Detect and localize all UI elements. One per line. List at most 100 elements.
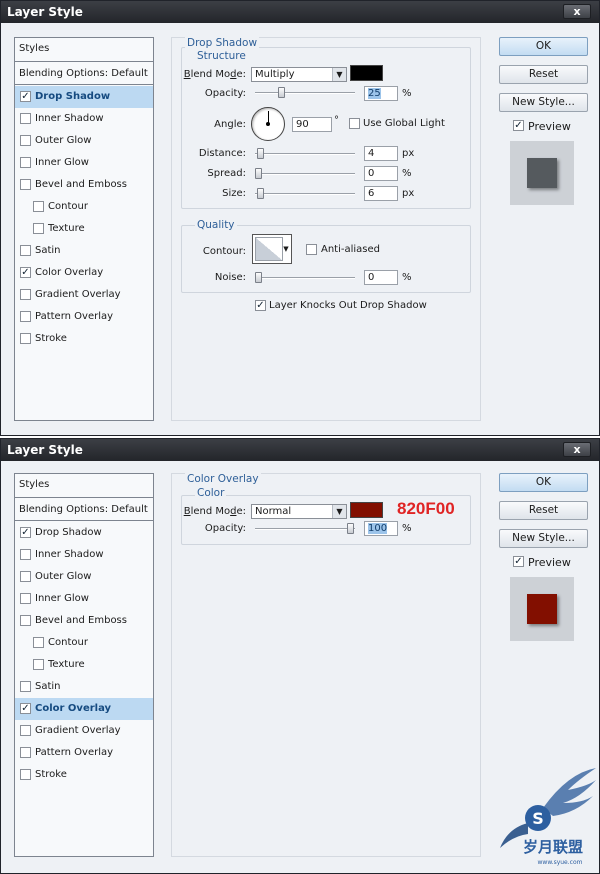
style-item-color-overlay[interactable]: ✓ Color Overlay <box>15 698 153 720</box>
use-global-light-checkbox[interactable] <box>349 118 360 129</box>
style-item-label: Stroke <box>35 769 67 780</box>
opacity-slider[interactable] <box>255 87 355 99</box>
style-item-inner-shadow[interactable]: Inner Shadow <box>15 108 153 130</box>
distance-slider[interactable] <box>255 148 355 160</box>
style-item-drop-shadow[interactable]: ✓ Drop Shadow <box>15 86 153 108</box>
contour-picker[interactable]: ▼ <box>252 234 292 264</box>
angle-input[interactable]: 90 <box>292 117 332 132</box>
style-item-texture[interactable]: Texture <box>15 218 153 240</box>
style-checkbox-texture[interactable] <box>33 223 44 234</box>
style-item-satin[interactable]: Satin <box>15 240 153 262</box>
spread-slider-thumb[interactable] <box>255 168 262 179</box>
anti-aliased-label: Anti-aliased <box>321 244 381 255</box>
preview-checkbox[interactable]: ✓ <box>513 120 524 131</box>
style-item-bevel-and-emboss[interactable]: Bevel and Emboss <box>15 610 153 632</box>
preview-checkbox[interactable]: ✓ <box>513 556 524 567</box>
opacity-unit: % <box>402 88 412 99</box>
style-checkbox-stroke[interactable] <box>20 333 31 344</box>
shadow-color-swatch[interactable] <box>350 65 383 81</box>
ok-button[interactable]: OK <box>499 473 588 492</box>
style-item-gradient-overlay[interactable]: Gradient Overlay <box>15 284 153 306</box>
style-item-inner-glow[interactable]: Inner Glow <box>15 152 153 174</box>
style-checkbox-texture[interactable] <box>33 659 44 670</box>
style-checkbox-pattern-overlay[interactable] <box>20 747 31 758</box>
close-button[interactable]: x <box>563 4 591 19</box>
style-checkbox-satin[interactable] <box>20 681 31 692</box>
opacity-slider-thumb[interactable] <box>347 523 354 534</box>
blend-mode-select[interactable]: Multiply ▼ <box>251 67 347 82</box>
style-checkbox-outer-glow[interactable] <box>20 571 31 582</box>
style-checkbox-gradient-overlay[interactable] <box>20 725 31 736</box>
style-checkbox-pattern-overlay[interactable] <box>20 311 31 322</box>
blend-mode-select[interactable]: Normal ▼ <box>251 504 347 519</box>
style-checkbox-color-overlay[interactable]: ✓ <box>20 703 31 714</box>
reset-button[interactable]: Reset <box>499 65 588 84</box>
style-item-label: Color Overlay <box>35 267 104 278</box>
opacity-unit: % <box>402 523 412 534</box>
ok-button[interactable]: OK <box>499 37 588 56</box>
style-checkbox-drop-shadow[interactable]: ✓ <box>20 91 31 102</box>
style-item-outer-glow[interactable]: Outer Glow <box>15 130 153 152</box>
opacity-input[interactable]: 25 <box>364 86 398 101</box>
size-slider-thumb[interactable] <box>257 188 264 199</box>
anti-aliased-checkbox[interactable] <box>306 244 317 255</box>
style-checkbox-inner-glow[interactable] <box>20 157 31 168</box>
styles-header[interactable]: Styles <box>15 38 153 62</box>
reset-button[interactable]: Reset <box>499 501 588 520</box>
style-checkbox-inner-shadow[interactable] <box>20 113 31 124</box>
style-checkbox-inner-shadow[interactable] <box>20 549 31 560</box>
style-checkbox-inner-glow[interactable] <box>20 593 31 604</box>
style-item-outer-glow[interactable]: Outer Glow <box>15 566 153 588</box>
blending-options-item[interactable]: Blending Options: Default <box>15 499 153 521</box>
style-item-pattern-overlay[interactable]: Pattern Overlay <box>15 742 153 764</box>
style-item-satin[interactable]: Satin <box>15 676 153 698</box>
preview-thumbnail <box>510 141 574 205</box>
spread-slider[interactable] <box>255 168 355 180</box>
noise-slider-thumb[interactable] <box>255 272 262 283</box>
style-item-pattern-overlay[interactable]: Pattern Overlay <box>15 306 153 328</box>
style-checkbox-outer-glow[interactable] <box>20 135 31 146</box>
preview-square <box>527 158 557 188</box>
style-checkbox-contour[interactable] <box>33 637 44 648</box>
style-item-contour[interactable]: Contour <box>15 196 153 218</box>
styles-header[interactable]: Styles <box>15 474 153 498</box>
angle-dial[interactable] <box>251 107 285 141</box>
style-item-color-overlay[interactable]: ✓ Color Overlay <box>15 262 153 284</box>
spread-unit: % <box>402 168 412 179</box>
style-item-drop-shadow[interactable]: ✓ Drop Shadow <box>15 522 153 544</box>
style-item-contour[interactable]: Contour <box>15 632 153 654</box>
style-checkbox-color-overlay[interactable]: ✓ <box>20 267 31 278</box>
style-item-texture[interactable]: Texture <box>15 654 153 676</box>
opacity-label: Opacity: <box>204 523 246 534</box>
style-item-gradient-overlay[interactable]: Gradient Overlay <box>15 720 153 742</box>
opacity-input[interactable]: 100 <box>364 521 398 536</box>
new-style-button[interactable]: New Style... <box>499 529 588 548</box>
style-checkbox-drop-shadow[interactable]: ✓ <box>20 527 31 538</box>
style-checkbox-bevel-and-emboss[interactable] <box>20 615 31 626</box>
style-item-bevel-and-emboss[interactable]: Bevel and Emboss <box>15 174 153 196</box>
style-item-stroke[interactable]: Stroke <box>15 328 153 350</box>
size-input[interactable]: 6 <box>364 186 398 201</box>
style-item-inner-shadow[interactable]: Inner Shadow <box>15 544 153 566</box>
close-button[interactable]: x <box>563 442 591 457</box>
size-slider[interactable] <box>255 188 355 200</box>
style-item-stroke[interactable]: Stroke <box>15 764 153 786</box>
noise-slider[interactable] <box>255 272 355 284</box>
noise-input[interactable]: 0 <box>364 270 398 285</box>
overlay-color-swatch[interactable] <box>350 502 383 518</box>
distance-input[interactable]: 4 <box>364 146 398 161</box>
style-checkbox-gradient-overlay[interactable] <box>20 289 31 300</box>
style-item-inner-glow[interactable]: Inner Glow <box>15 588 153 610</box>
style-checkbox-bevel-and-emboss[interactable] <box>20 179 31 190</box>
blending-options-item[interactable]: Blending Options: Default <box>15 63 153 85</box>
opacity-slider[interactable] <box>255 523 355 535</box>
style-checkbox-satin[interactable] <box>20 245 31 256</box>
style-checkbox-stroke[interactable] <box>20 769 31 780</box>
distance-slider-thumb[interactable] <box>257 148 264 159</box>
angle-label: Angle: <box>214 119 246 130</box>
spread-input[interactable]: 0 <box>364 166 398 181</box>
opacity-slider-thumb[interactable] <box>278 87 285 98</box>
style-checkbox-contour[interactable] <box>33 201 44 212</box>
knockout-checkbox[interactable]: ✓ <box>255 300 266 311</box>
new-style-button[interactable]: New Style... <box>499 93 588 112</box>
